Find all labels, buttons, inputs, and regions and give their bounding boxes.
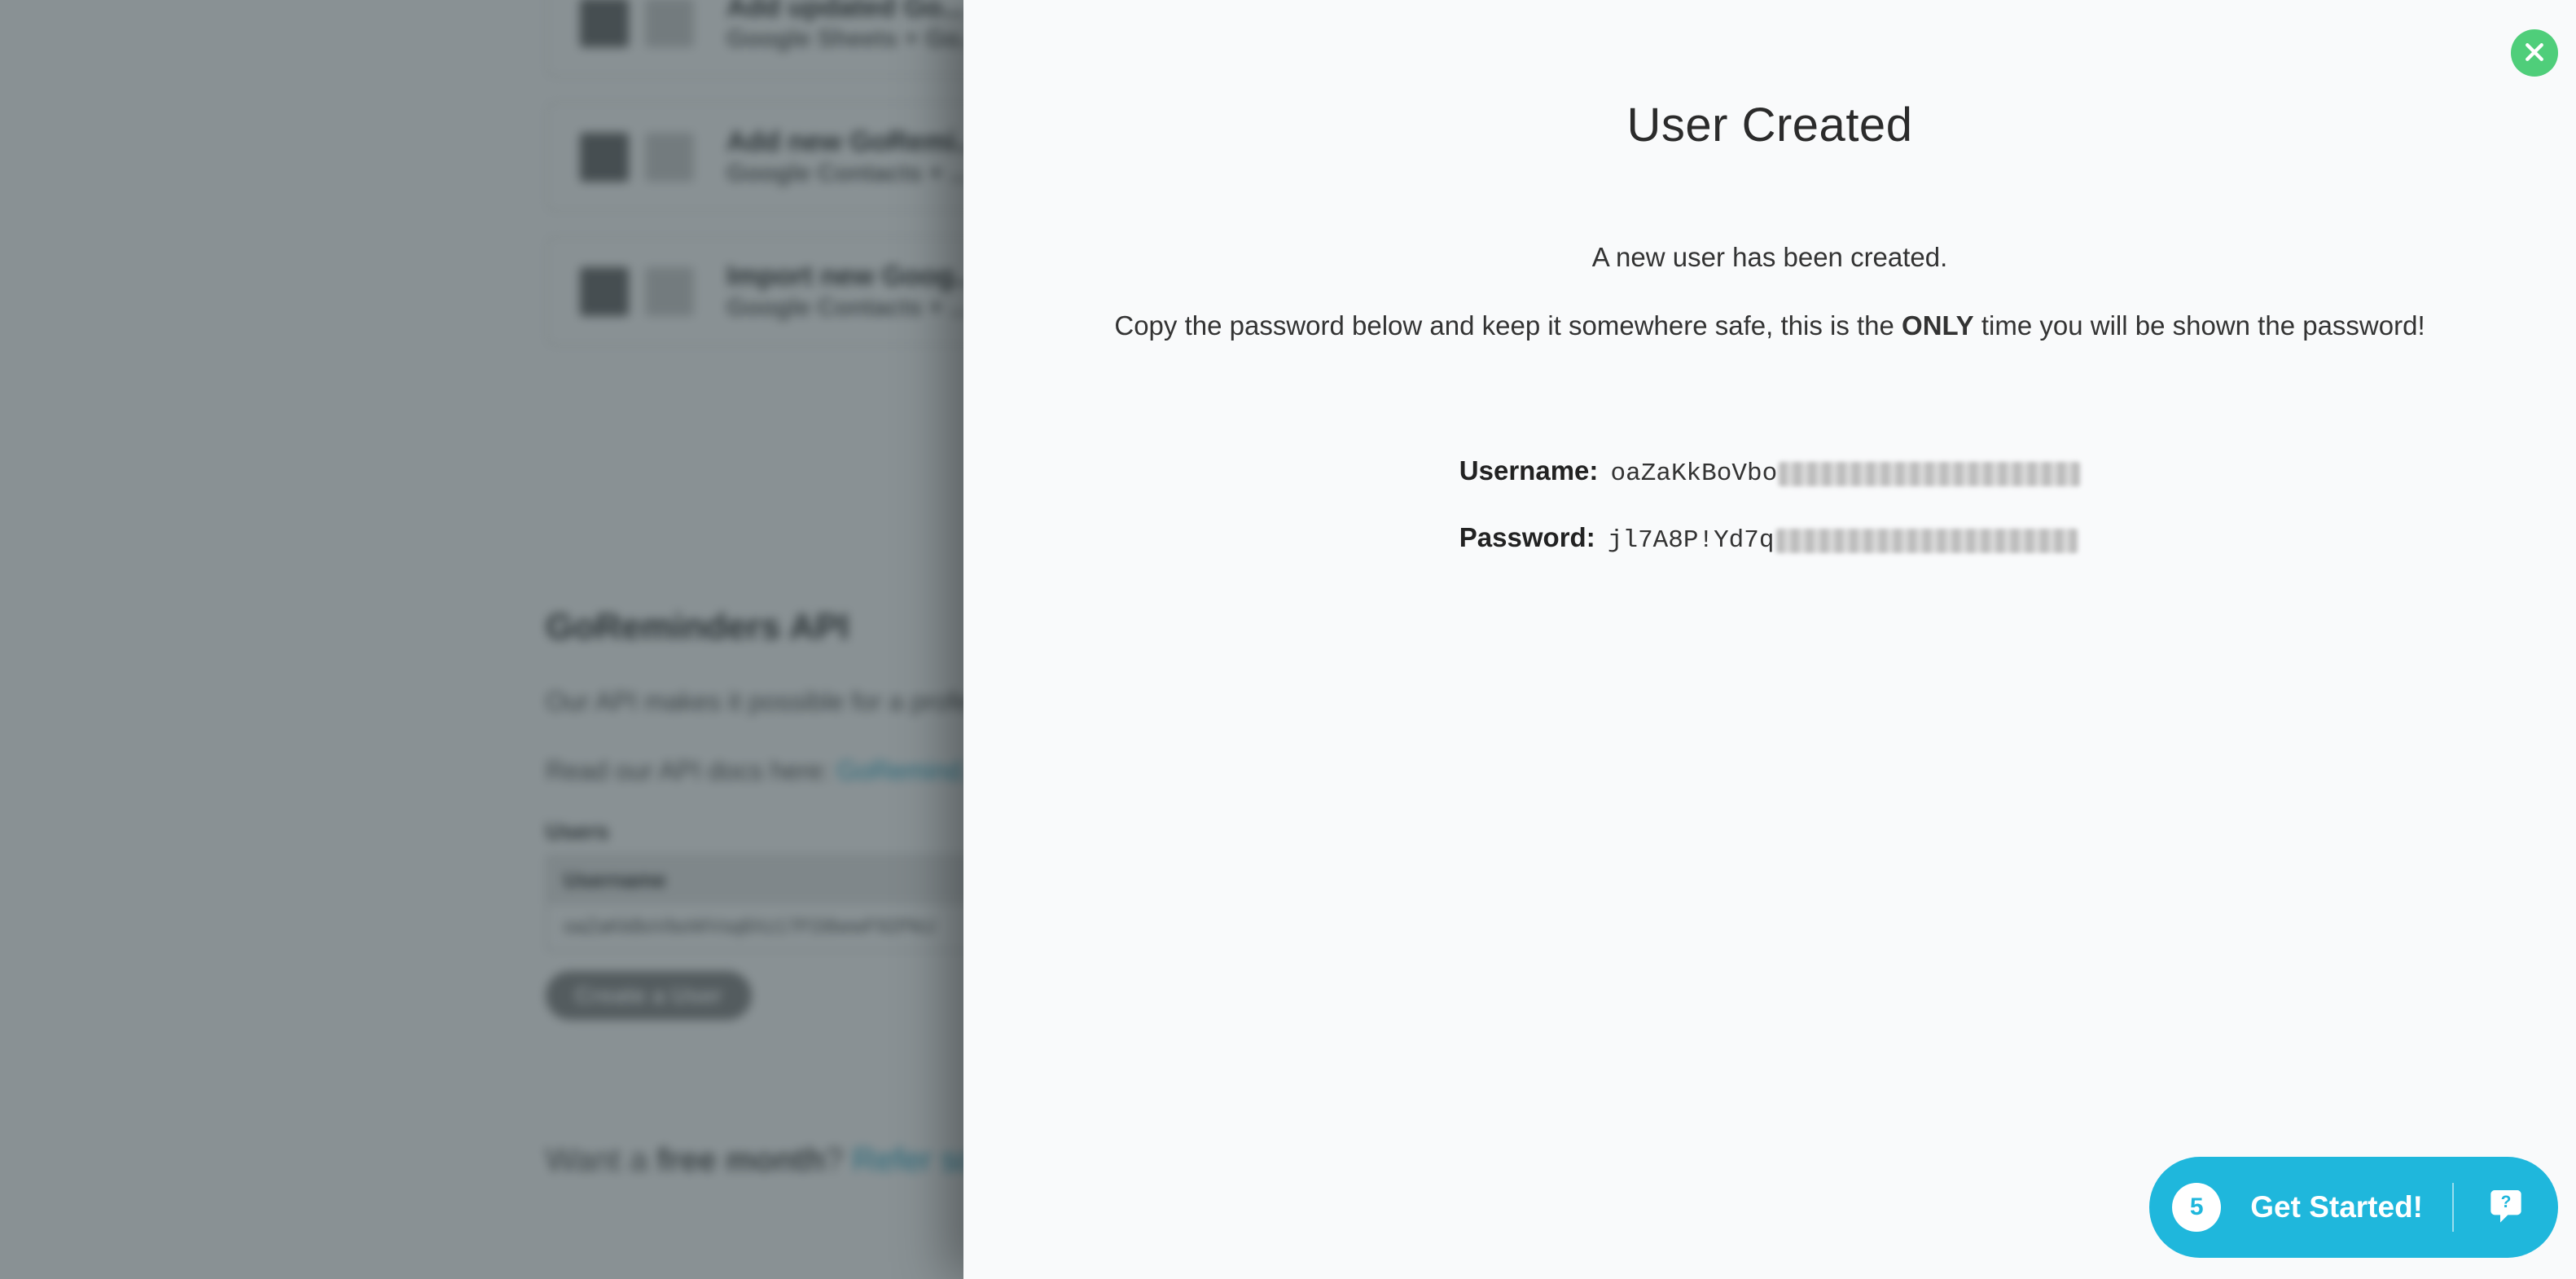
username-value[interactable]: oaZaKkBoVbo — [1611, 459, 2081, 488]
panel-title: User Created — [963, 98, 2576, 152]
close-button[interactable] — [2511, 29, 2558, 77]
svg-text:?: ? — [2501, 1193, 2512, 1211]
get-started-button[interactable]: 5 Get Started! ? — [2149, 1157, 2558, 1258]
get-started-count-badge: 5 — [2172, 1183, 2221, 1232]
help-chat-icon: ? — [2483, 1185, 2529, 1230]
password-row: Password: jl7A8P!Yd7q — [1459, 522, 2080, 555]
panel-message-2: Copy the password below and keep it some… — [963, 310, 2576, 341]
panel-msg2-bold: ONLY — [1902, 310, 1974, 341]
username-row: Username: oaZaKkBoVbo — [1459, 455, 2080, 488]
panel-message-1: A new user has been created. — [963, 242, 2576, 273]
credentials-block: Username: oaZaKkBoVbo Password: jl7A8P!Y… — [1459, 455, 2080, 589]
username-visible-part: oaZaKkBoVbo — [1611, 459, 1778, 488]
password-label: Password: — [1459, 522, 1595, 552]
panel-msg2-post: time you will be shown the password! — [1974, 310, 2425, 341]
user-created-panel: User Created A new user has been created… — [963, 0, 2576, 1279]
divider — [2452, 1183, 2454, 1232]
username-label: Username: — [1459, 455, 1599, 486]
close-icon — [2522, 40, 2547, 67]
redacted-segment — [1779, 462, 2080, 486]
get-started-label: Get Started! — [2250, 1190, 2423, 1224]
panel-msg2-pre: Copy the password below and keep it some… — [1114, 310, 1902, 341]
password-value[interactable]: jl7A8P!Yd7q — [1608, 526, 2078, 555]
redacted-segment — [1776, 529, 2078, 553]
password-visible-part: jl7A8P!Yd7q — [1608, 526, 1775, 555]
